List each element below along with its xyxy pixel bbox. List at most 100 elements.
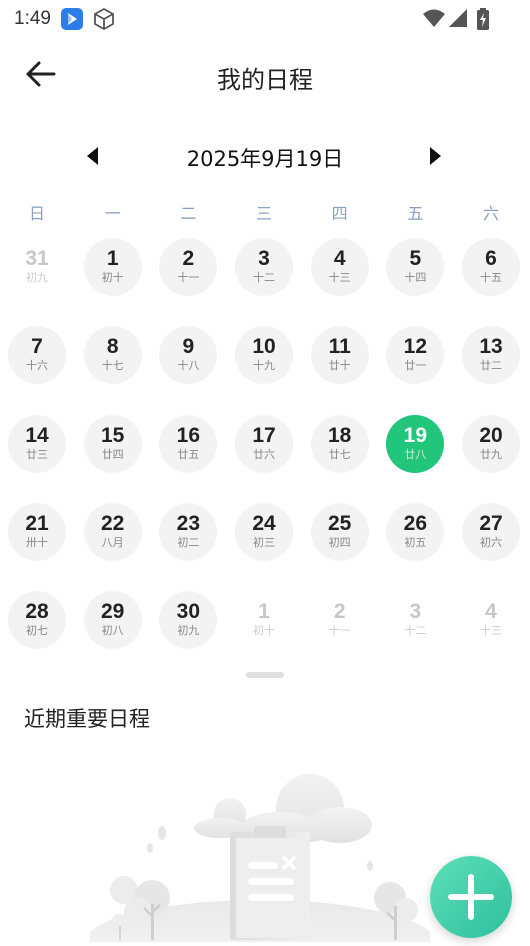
add-schedule-button[interactable] <box>430 856 512 938</box>
calendar-day[interactable]: 14 廿三 <box>8 414 66 473</box>
calendar-day[interactable]: 25 初四 <box>310 502 369 561</box>
lunar-date: 廿四 <box>101 447 124 461</box>
day-number: 9 <box>182 335 195 359</box>
weekday-label: 三 <box>255 204 272 223</box>
section-title: 近期重要日程 <box>24 707 150 731</box>
weekday-label: 一 <box>104 204 121 223</box>
lunar-date: 廿二 <box>480 359 503 373</box>
calendar-day[interactable]: 18 廿七 <box>310 414 369 473</box>
calendar-day[interactable]: 13 廿二 <box>462 326 521 385</box>
lunar-date: 十五 <box>480 271 503 284</box>
calendar-day-other-month[interactable]: 2 十一 <box>311 591 369 649</box>
lunar-date: 十二 <box>404 624 427 638</box>
calendar-day-other-month[interactable]: 1 初十 <box>235 591 293 649</box>
calendar-day[interactable]: 7 十六 <box>8 326 66 385</box>
calendar-day[interactable]: 9 十八 <box>159 326 218 385</box>
lunar-date: 十二 <box>253 271 275 284</box>
calendar-day[interactable]: 28 初七 <box>8 591 66 650</box>
calendar-day[interactable]: 17 廿六 <box>235 414 293 473</box>
day-number: 27 <box>479 511 503 535</box>
lunar-date: 初七 <box>26 624 48 638</box>
day-number: 16 <box>176 423 200 447</box>
calendar-day[interactable]: 2 十一 <box>159 238 218 296</box>
app-notification-icon <box>60 7 84 35</box>
day-number: 12 <box>403 335 428 359</box>
day-number: 30 <box>176 600 200 624</box>
calendar-day[interactable]: 22 八月 <box>83 502 142 561</box>
lunar-date: 初二 <box>177 535 200 549</box>
lunar-date: 初八 <box>101 624 124 638</box>
weekday-label: 六 <box>483 204 500 223</box>
lunar-date: 十三 <box>480 624 503 638</box>
calendar-day[interactable]: 16 廿五 <box>159 414 218 473</box>
weekday-label: 五 <box>407 204 424 223</box>
day-number: 5 <box>409 247 422 270</box>
day-number: 3 <box>409 600 422 624</box>
weekday-label: 四 <box>331 204 348 223</box>
calendar-day[interactable]: 15 廿四 <box>83 414 142 473</box>
lunar-date: 十六 <box>26 359 48 373</box>
calendar-day[interactable]: 20 廿九 <box>462 414 521 473</box>
next-month-button[interactable] <box>426 144 450 170</box>
current-date-label[interactable]: 2025年9月19日 <box>0 143 530 173</box>
lunar-date: 廿十 <box>328 359 351 373</box>
lunar-date: 廿八 <box>404 447 427 461</box>
day-number: 28 <box>25 600 49 624</box>
day-number: 31 <box>25 247 49 270</box>
calendar-day-selected[interactable]: 19 廿八 <box>386 414 445 473</box>
lunar-date: 十一 <box>328 624 351 638</box>
calendar-day-other-month[interactable]: 4 十三 <box>462 591 520 649</box>
cellular-signal-icon <box>448 7 468 33</box>
day-number: 1 <box>106 247 119 270</box>
calendar-day[interactable]: 30 初九 <box>159 591 218 650</box>
status-bar: 1:49 <box>0 0 530 38</box>
calendar-day[interactable]: 12 廿一 <box>386 326 445 385</box>
drag-handle[interactable] <box>246 672 284 678</box>
calendar-day[interactable]: 27 初六 <box>462 502 521 561</box>
calendar-day[interactable]: 23 初二 <box>159 502 218 561</box>
lunar-date: 廿五 <box>177 447 200 461</box>
lunar-date: 廿六 <box>253 447 275 461</box>
calendar-day[interactable]: 1 初十 <box>83 238 142 296</box>
day-number: 25 <box>327 511 352 535</box>
battery-charging-icon <box>476 7 490 35</box>
calendar-day[interactable]: 21 卅十 <box>8 502 66 561</box>
lunar-date: 初十 <box>101 271 124 284</box>
lunar-date: 十三 <box>328 271 351 284</box>
day-number: 10 <box>252 335 276 359</box>
wifi-icon <box>422 7 446 33</box>
calendar-day[interactable]: 4 十三 <box>310 238 369 296</box>
caret-right-icon <box>430 147 441 165</box>
calendar-day[interactable]: 8 十七 <box>83 326 142 385</box>
calendar-day-other-month[interactable]: 3 十二 <box>386 591 444 649</box>
lunar-date: 卅十 <box>26 535 48 549</box>
day-number: 6 <box>485 247 497 270</box>
lunar-date: 十八 <box>177 359 200 373</box>
day-number: 7 <box>31 335 43 359</box>
day-number: 8 <box>106 335 119 359</box>
calendar-day[interactable]: 5 十四 <box>386 238 445 296</box>
day-number: 13 <box>479 335 503 359</box>
package-icon <box>92 7 116 35</box>
calendar-day[interactable]: 26 初五 <box>386 502 445 561</box>
lunar-date: 廿一 <box>404 359 427 373</box>
calendar-day[interactable]: 24 初三 <box>235 502 293 561</box>
empty-schedule-illustration <box>85 770 435 946</box>
lunar-date: 十一 <box>177 271 200 284</box>
calendar-day[interactable]: 29 初八 <box>83 591 142 650</box>
day-number: 19 <box>403 423 428 447</box>
lunar-date: 廿七 <box>328 447 351 461</box>
calendar-day[interactable]: 10 十九 <box>235 326 293 385</box>
calendar-day[interactable]: 6 十五 <box>462 238 521 296</box>
lunar-date: 初九 <box>177 624 200 638</box>
day-number: 4 <box>485 600 497 624</box>
day-number: 22 <box>100 511 125 535</box>
status-time: 1:49 <box>14 8 51 29</box>
calendar-day[interactable]: 11 廿十 <box>310 326 369 385</box>
calendar-day-other-month[interactable]: 31 初九 <box>8 238 66 296</box>
calendar-day[interactable]: 3 十二 <box>235 238 293 296</box>
lunar-date: 八月 <box>101 535 124 549</box>
day-number: 26 <box>403 511 428 535</box>
day-number: 20 <box>479 423 503 447</box>
plus-icon <box>448 874 494 920</box>
